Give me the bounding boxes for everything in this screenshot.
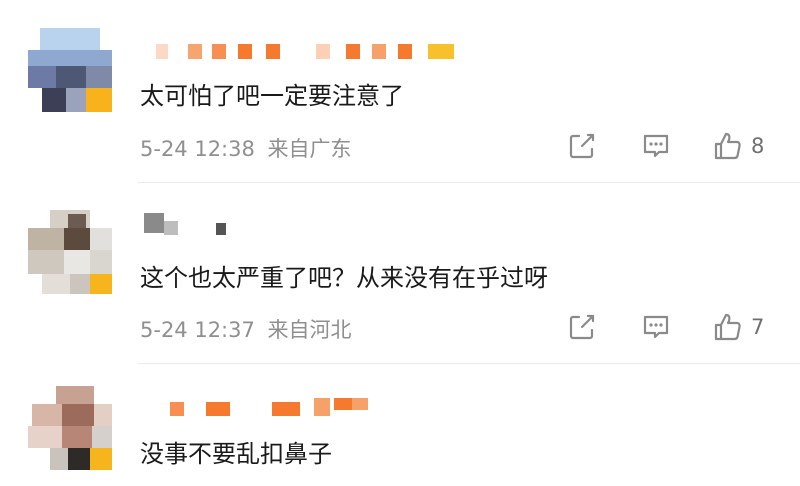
location: 来自河北 [267,318,352,342]
share-icon [569,133,595,159]
nickname[interactable] [140,44,470,62]
comment-text: 太可怕了吧一定要注意了 [140,82,404,110]
like-count: 7 [751,315,765,339]
location: 来自广东 [267,137,352,161]
comment-meta: 5-24 12:38 来自广东 [140,133,352,163]
nickname[interactable] [140,213,260,241]
share-icon [569,314,595,340]
share-button[interactable] [566,311,598,343]
comment-item: 没事不要乱扣鼻子 [0,364,800,486]
like-icon [714,132,741,160]
like-count: 8 [751,134,765,158]
comment-text: 没事不要乱扣鼻子 [140,440,332,468]
comment-meta: 5-24 12:37 来自河北 [140,314,352,344]
like-button[interactable]: 7 [712,311,764,343]
nickname[interactable] [140,398,400,418]
like-button[interactable]: 8 [712,130,764,162]
avatar[interactable] [28,210,112,294]
comment-item: 这个也太严重了吧？从来没有在乎过呀 5-24 12:37 来自河北 7 [0,183,800,363]
timestamp: 5-24 12:38 [140,137,255,161]
avatar[interactable] [28,28,112,112]
comment-icon [643,134,669,158]
comment-button[interactable] [640,130,672,162]
like-icon [714,313,741,341]
comment-text: 这个也太严重了吧？从来没有在乎过呀 [140,264,548,292]
comment-button[interactable] [640,311,672,343]
comment-icon [643,315,669,339]
share-button[interactable] [566,130,598,162]
comment-item: 太可怕了吧一定要注意了 5-24 12:38 来自广东 8 [0,0,800,182]
timestamp: 5-24 12:37 [140,318,255,342]
avatar[interactable] [28,386,112,470]
